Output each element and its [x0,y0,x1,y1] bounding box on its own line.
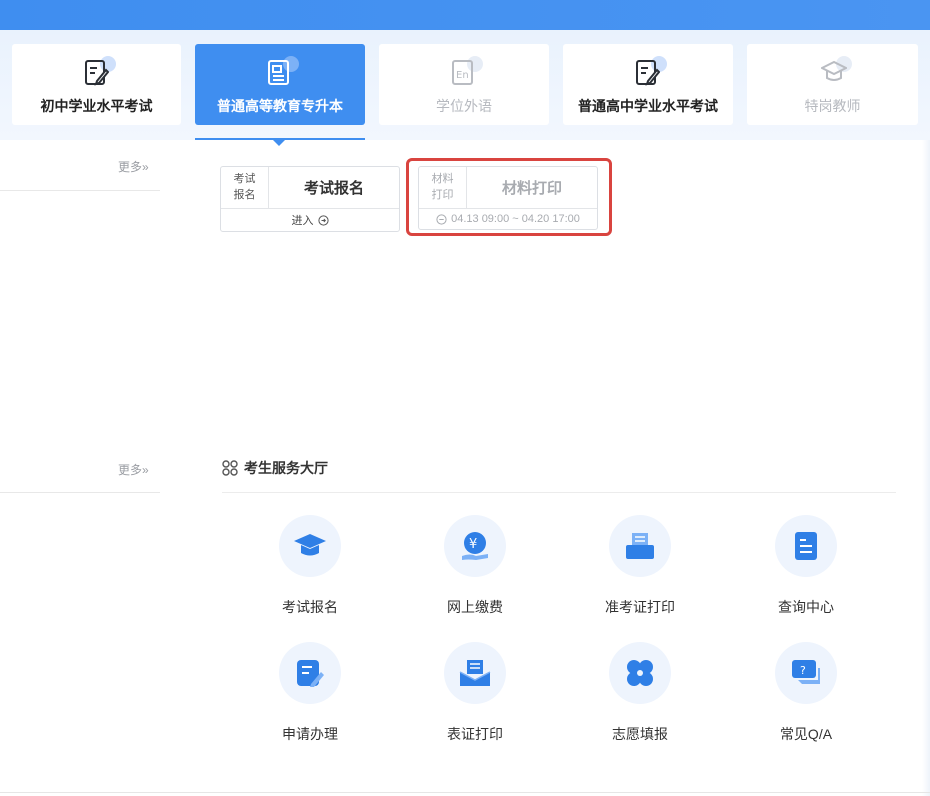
enter-label: 进入 [291,215,314,227]
divider [0,792,930,793]
tab-label: 普通高等教育专升本 [217,98,343,114]
tab-senior-exam[interactable]: 普通高中学业水平考试 [563,44,733,125]
side-line-1: 考试 [233,173,256,185]
tab-label: 普通高中学业水平考试 [578,98,718,114]
divider [222,492,896,493]
envelope-print-icon [444,642,506,704]
exam-signup-card[interactable]: 考试 报名 考试报名 进入 [220,166,400,232]
service-label: 表证打印 [447,726,503,742]
graduation-cap-icon [279,515,341,577]
more-link-top[interactable]: 更多» [118,158,149,175]
active-tab-indicator [195,138,365,146]
card-side-label: 考试 报名 [221,167,269,209]
grid-flower-icon [222,460,238,476]
document-icon [263,56,299,90]
tab-label: 初中学业水平考试 [40,98,153,114]
service-label: 考试报名 [282,599,338,615]
service-label: 申请办理 [282,726,338,742]
tab-upgrade-bachelor[interactable]: 普通高等教育专升本 [195,44,365,125]
service-application[interactable]: 申请办理 [250,642,370,744]
svg-text:En: En [456,70,469,81]
edit-form-icon [279,642,341,704]
en-language-icon: En [447,56,483,90]
yuan-payment-icon: ¥ [444,515,506,577]
question-chat-icon: ? [775,642,837,704]
section-header: 考生服务大厅 [222,458,328,478]
service-label: 准考证打印 [605,599,675,615]
highlight-box [406,158,612,236]
service-label: 常见Q/A [779,726,833,742]
service-admission-print[interactable]: 准考证打印 [580,515,700,617]
service-form-print[interactable]: 表证打印 [415,642,535,744]
tab-degree-english[interactable]: En 学位外语 [379,44,549,125]
graduation-cap-icon [816,56,852,90]
svg-text:¥: ¥ [469,537,477,552]
printer-icon [609,515,671,577]
service-label: 查询中心 [778,599,834,615]
top-bar [0,0,930,30]
edit-document-icon [80,56,116,90]
service-exam-signup[interactable]: 考试报名 [250,515,370,617]
section-title: 考生服务大厅 [244,460,328,476]
divider [0,492,160,493]
service-query-center[interactable]: 查询中心 [746,515,866,617]
arrow-right-circle-icon [317,214,329,226]
side-line-2: 报名 [233,189,256,201]
document-search-icon [775,515,837,577]
service-faq[interactable]: ? 常见Q/A [746,642,866,744]
card-title: 考试报名 [269,167,399,209]
tab-junior-exam[interactable]: 初中学业水平考试 [12,44,181,125]
svg-text:?: ? [800,664,806,677]
enter-link[interactable]: 进入 [221,209,399,231]
edit-document-icon [631,56,667,90]
more-link-bottom[interactable]: 更多» [118,461,149,478]
clover-icon [609,642,671,704]
tab-label: 学位外语 [436,98,492,114]
scroll-shade [922,140,930,796]
divider [0,190,160,191]
service-volunteer[interactable]: 志愿填报 [580,642,700,744]
tab-label: 特岗教师 [804,98,861,114]
service-label: 网上缴费 [447,599,503,615]
service-online-payment[interactable]: ¥ 网上缴费 [415,515,535,617]
service-label: 志愿填报 [612,726,668,742]
tab-special-teacher[interactable]: 特岗教师 [747,44,918,125]
